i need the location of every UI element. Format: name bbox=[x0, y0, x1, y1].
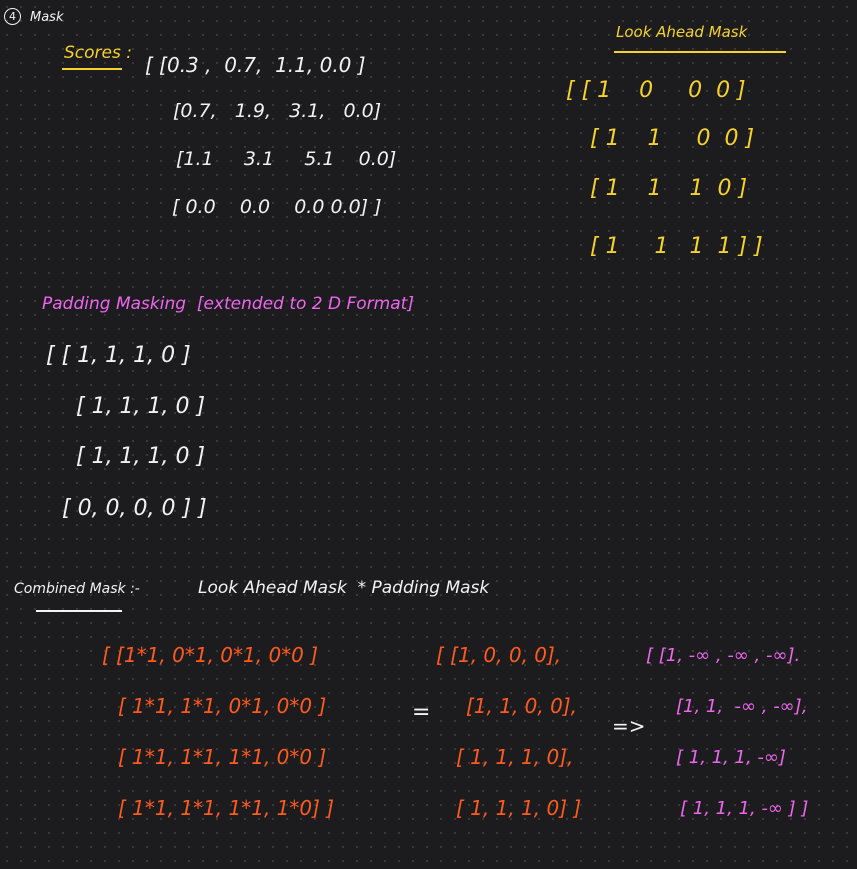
look-ahead-title: Look Ahead Mask bbox=[616, 23, 748, 41]
combined-formula: Look Ahead Mask * Padding Mask bbox=[198, 578, 490, 598]
padding-row: [ 1, 1, 1, 0 ] bbox=[76, 394, 206, 419]
scores-label: Scores : bbox=[64, 43, 132, 63]
result-row: [ 1, 1, 1, 0] ] bbox=[456, 796, 582, 820]
look-ahead-row: [ [ 1 0 0 0 ] bbox=[566, 78, 746, 103]
look-ahead-underline bbox=[614, 51, 786, 53]
final-row: [1, 1, -∞ , -∞], bbox=[676, 696, 808, 717]
scores-row: [ [0.3 , 0.7, 1.1, 0.0 ] bbox=[145, 53, 366, 77]
look-ahead-row: [ 1 1 0 0 ] bbox=[590, 126, 755, 151]
product-row: [ 1*1, 1*1, 1*1, 1*0] ] bbox=[118, 796, 335, 820]
padding-title: Padding Masking [extended to 2 D Format] bbox=[42, 294, 414, 314]
scores-underline bbox=[62, 68, 122, 70]
padding-row: [ [ 1, 1, 1, 0 ] bbox=[46, 343, 191, 368]
combined-underline bbox=[36, 610, 122, 612]
combined-title: Combined Mask :- bbox=[14, 581, 140, 597]
result-row: [ [1, 0, 0, 0], bbox=[436, 643, 562, 667]
result-row: [ 1, 1, 1, 0], bbox=[456, 745, 574, 769]
implies-arrow: => bbox=[612, 714, 646, 738]
final-row: [ 1, 1, 1, -∞ ] ] bbox=[680, 798, 809, 819]
scores-row: [0.7, 1.9, 3.1, 0.0] bbox=[173, 100, 382, 122]
padding-row: [ 0, 0, 0, 0 ] ] bbox=[62, 496, 207, 521]
look-ahead-row: [ 1 1 1 1 ] ] bbox=[590, 234, 763, 259]
scores-row: [ 0.0 0.0 0.0 0.0] ] bbox=[172, 196, 382, 218]
padding-row: [ 1, 1, 1, 0 ] bbox=[76, 444, 206, 469]
section-number: 4 bbox=[4, 8, 21, 25]
look-ahead-row: [ 1 1 1 0 ] bbox=[590, 176, 748, 201]
product-row: [ 1*1, 1*1, 1*1, 0*0 ] bbox=[118, 745, 327, 769]
product-row: [ 1*1, 1*1, 0*1, 0*0 ] bbox=[118, 694, 327, 718]
section-title: Mask bbox=[30, 10, 64, 25]
scores-row: [1.1 3.1 5.1 0.0] bbox=[176, 148, 397, 170]
equals-sign: = bbox=[412, 700, 431, 725]
product-row: [ [1*1, 0*1, 0*1, 0*0 ] bbox=[102, 643, 319, 667]
final-row: [ 1, 1, 1, -∞] bbox=[676, 747, 786, 768]
result-row: [1, 1, 0, 0], bbox=[466, 694, 578, 718]
final-row: [ [1, -∞ , -∞ , -∞]. bbox=[646, 645, 801, 666]
